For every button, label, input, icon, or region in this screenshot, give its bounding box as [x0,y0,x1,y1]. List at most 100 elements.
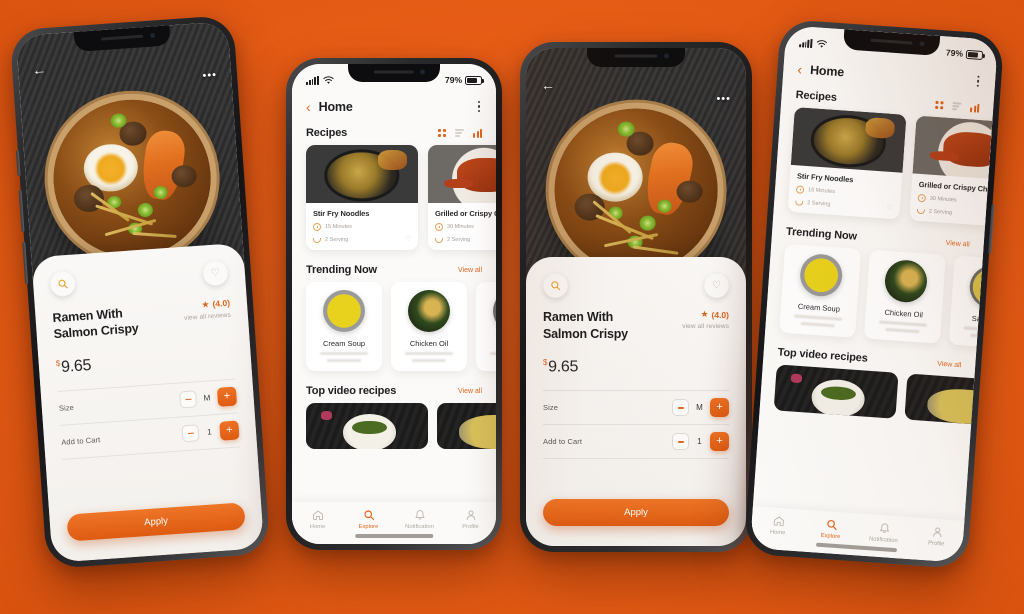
tab-home[interactable]: Home [292,509,343,530]
trending-item[interactable]: Cream Soup [779,243,862,338]
list-view-icon[interactable] [455,129,465,137]
recipes-carousel[interactable]: Stir Fry Noodles 15 Minutes 2 Serving ♡ [292,145,496,251]
person-icon [932,527,941,538]
apply-button[interactable]: Apply [543,499,729,526]
back-button[interactable]: ← [541,78,555,92]
phone-3-screen: ← ••• ♡ Ramen With Salmon Crispy ★ (4.0)… [526,48,746,546]
recipe-image [912,115,999,182]
back-button[interactable]: ← [32,61,47,78]
video-card[interactable] [437,403,496,450]
favorite-icon[interactable]: ♡ [405,235,411,243]
favorite-button[interactable]: ♡ [704,273,729,299]
quantity-decrease-button[interactable] [181,424,200,443]
serving-icon [916,208,926,215]
signal-icon [799,38,813,48]
clock-icon [795,185,805,195]
more-options-button[interactable]: ••• [716,94,731,105]
bell-icon [879,523,889,533]
product-price: $9.65 [55,356,92,376]
video-card[interactable] [773,364,899,419]
videos-view-all[interactable]: View all [458,388,482,395]
video-card[interactable] [904,373,999,429]
quantity-increase-button[interactable]: + [710,432,729,452]
grid-view-icon[interactable] [438,129,447,138]
bottom-tab-bar: Home Explore Notification Profile [749,506,965,563]
size-decrease-button[interactable] [672,399,689,417]
tab-notification[interactable]: Notification [394,509,445,530]
back-button[interactable]: ‹ [306,100,311,114]
sort-icon[interactable] [970,103,980,113]
videos-view-all[interactable]: View all [937,360,961,369]
product-price: $9.65 [543,358,579,376]
more-options-button[interactable]: ••• [202,69,217,82]
recipe-title: Grilled or Crispy Ch [435,209,496,219]
trending-thumbnail [323,290,365,333]
tab-notification[interactable]: Notification [857,520,911,545]
clock-icon [917,194,927,203]
list-view-icon[interactable] [952,102,962,111]
trending-view-all[interactable]: View all [458,267,482,274]
recipe-card[interactable]: Grilled or Crispy Ch 30 Minutes 2 Servin… [428,145,496,251]
recipe-title: Grilled or Crispy Ch [918,180,988,194]
sort-icon[interactable] [473,128,482,138]
trending-item[interactable]: Chicken Oil [391,282,467,372]
battery-icon [965,49,984,60]
view-all-reviews-link[interactable]: view all reviews [184,311,231,321]
trending-carousel[interactable]: Cream Soup Chicken Oil Salad Mie [765,243,999,350]
tab-explore[interactable]: Explore [343,509,394,530]
size-increase-button[interactable]: + [216,386,238,407]
trending-item[interactable]: Salad Mie [948,255,999,350]
add-to-cart-label: Add to Cart [543,437,583,447]
video-card[interactable] [306,403,428,450]
notch [587,48,685,67]
recipes-carousel[interactable]: Stir Fry Noodles 15 Minutes 2 Serving ♡ [774,106,999,229]
size-increase-button[interactable]: + [710,398,729,418]
trending-carousel[interactable]: Cream Soup Chicken Oil Salad Mie [292,282,496,372]
trending-name: Cream Soup [797,301,841,314]
home-icon [773,516,784,527]
recipe-card[interactable]: Stir Fry Noodles 15 Minutes 2 Serving ♡ [306,145,418,251]
phone-4-home: 79% ‹ Home Recipes Stir Fry Noodles 15 M… [743,18,1005,570]
trending-thumbnail [408,290,450,333]
videos-title: Top video recipes [306,385,397,398]
tab-profile[interactable]: Profile [910,524,964,549]
size-value: M [696,403,703,413]
trending-item[interactable]: Cream Soup [306,282,382,372]
star-icon: ★ [700,309,709,320]
favorite-icon[interactable]: ♡ [886,204,893,212]
top-nav: ‹ Home [292,91,496,118]
grid-view-icon[interactable] [935,100,944,110]
size-decrease-button[interactable] [179,390,198,409]
product-title: Ramen With Salmon Crispy [52,306,139,342]
trending-item[interactable]: Salad Mie [476,282,496,372]
recipe-time: 15 Minutes [325,224,352,231]
recipe-card[interactable]: Stir Fry Noodles 15 Minutes 2 Serving ♡ [787,107,907,220]
wifi-icon [323,75,334,84]
product-title: Ramen With Salmon Crispy [543,310,628,341]
quantity-increase-button[interactable]: + [219,420,240,441]
view-all-reviews-link[interactable]: view all reviews [682,323,729,330]
tab-profile[interactable]: Profile [445,509,496,530]
videos-carousel[interactable] [292,403,496,450]
kebab-menu-icon[interactable] [476,99,482,114]
phone-4-screen: 79% ‹ Home Recipes Stir Fry Noodles 15 M… [749,25,999,563]
tab-home[interactable]: Home [751,513,805,538]
search-icon [363,510,374,521]
apply-button[interactable]: Apply [66,502,246,542]
back-button[interactable]: ‹ [797,61,803,77]
trending-view-all[interactable]: View all [945,240,969,249]
rating-block: ★ (4.0) view all reviews [682,309,729,330]
recipe-card[interactable]: Grilled or Crispy Ch 30 Minutes 2 Servin… [909,115,999,229]
trending-item[interactable]: Chicken Oil [863,249,946,344]
home-indicator [355,534,433,538]
search-button[interactable] [543,273,568,299]
trending-name: Chicken Oil [884,307,924,320]
quantity-decrease-button[interactable] [672,433,689,451]
trending-thumbnail [883,258,929,304]
trending-thumbnail [493,290,496,333]
kebab-menu-icon[interactable] [974,74,981,90]
size-label: Size [543,403,558,413]
tab-explore[interactable]: Explore [804,517,858,542]
ramen-bowl-photo [554,108,718,272]
recipe-title: Stir Fry Noodles [796,171,854,185]
